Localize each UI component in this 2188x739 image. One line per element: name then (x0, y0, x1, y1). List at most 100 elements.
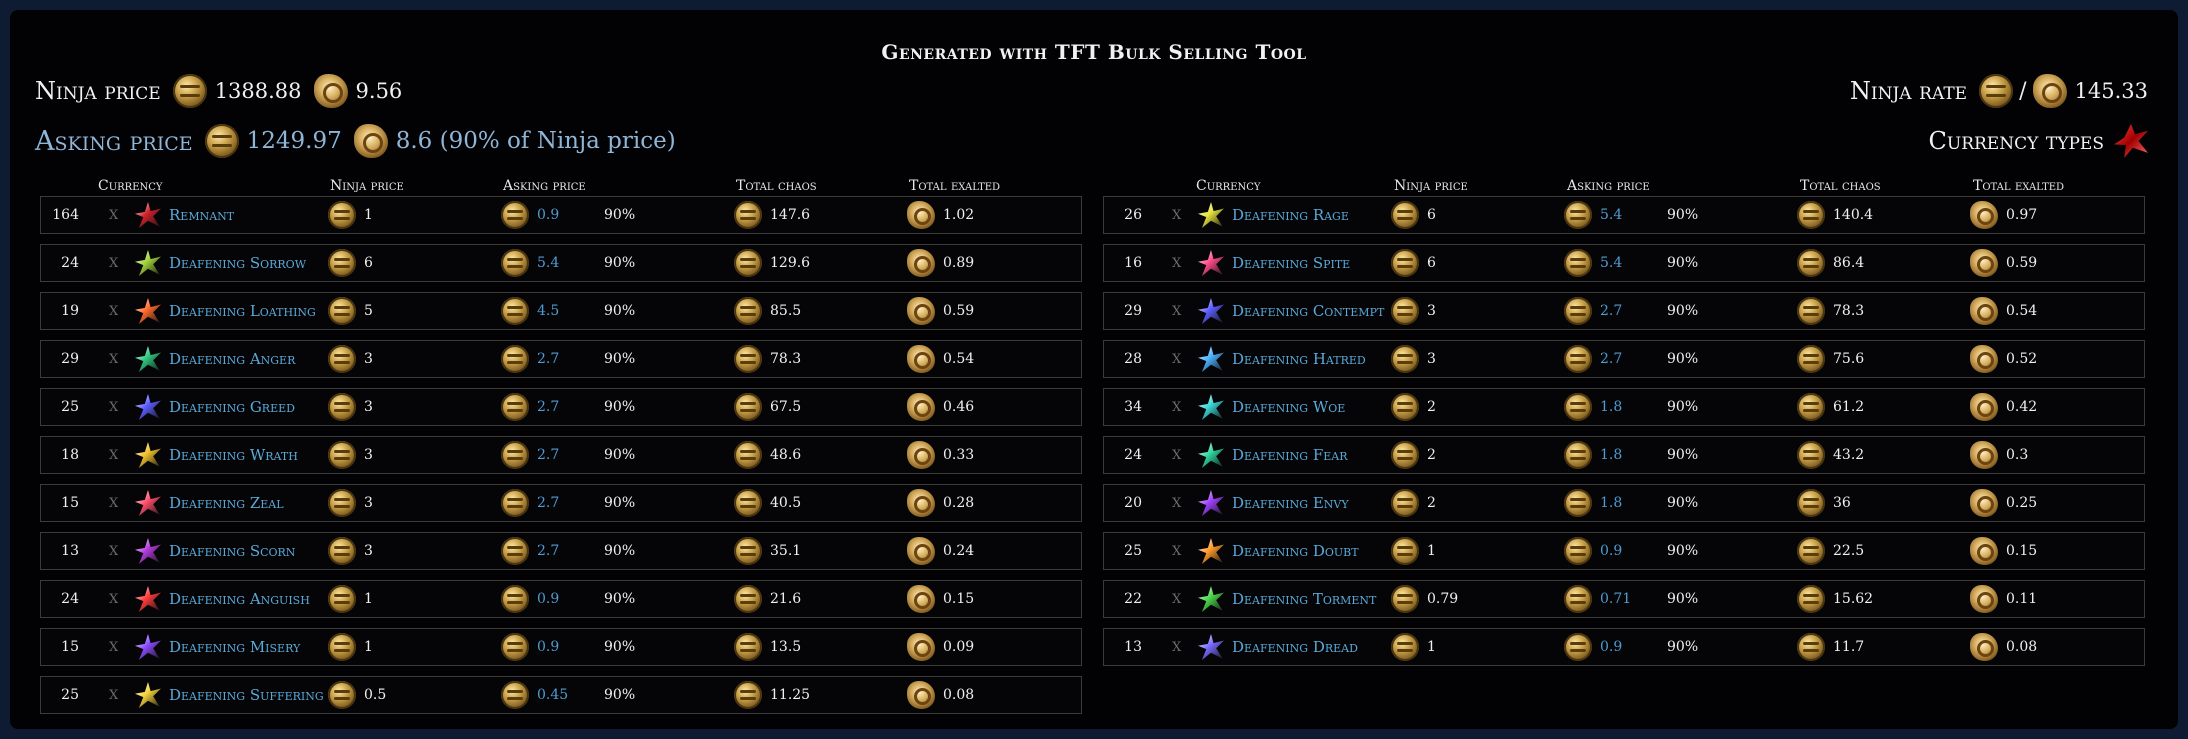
item-name[interactable]: Deafening Woe (1232, 389, 1345, 425)
item-row[interactable]: 18 X Deafening Wrath 3 2.7 90% 48.6 0.33 (40, 436, 1082, 474)
percent-of-ninja[interactable]: 90% (1667, 581, 1698, 617)
percent-of-ninja[interactable]: 90% (604, 533, 635, 569)
item-name[interactable]: Deafening Spite (1232, 245, 1350, 281)
item-name[interactable]: Deafening Misery (169, 629, 300, 665)
item-row[interactable]: 24 X Deafening Anguish 1 0.9 90% 21.6 0.15 (40, 580, 1082, 618)
asking-price-value[interactable]: 0.9 (537, 629, 559, 665)
asking-price-value[interactable]: 2.7 (537, 437, 559, 473)
remove-x-icon[interactable]: X (109, 533, 118, 569)
percent-of-ninja[interactable]: 90% (1667, 485, 1698, 521)
asking-price-value[interactable]: 2.7 (537, 485, 559, 521)
remove-x-icon[interactable]: X (1172, 293, 1181, 329)
remove-x-icon[interactable]: X (1172, 485, 1181, 521)
item-row[interactable]: 34 X Deafening Woe 2 1.8 90% 61.2 0.42 (1103, 388, 2145, 426)
percent-of-ninja[interactable]: 90% (1667, 437, 1698, 473)
remove-x-icon[interactable]: X (1172, 533, 1181, 569)
asking-price-value[interactable]: 0.71 (1600, 581, 1631, 617)
asking-price-value[interactable]: 0.9 (537, 581, 559, 617)
item-row[interactable]: 15 X Deafening Misery 1 0.9 90% 13.5 0.09 (40, 628, 1082, 666)
asking-price-value[interactable]: 2.7 (1600, 293, 1622, 329)
item-row[interactable]: 15 X Deafening Zeal 3 2.7 90% 40.5 0.28 (40, 484, 1082, 522)
item-name[interactable]: Deafening Doubt (1232, 533, 1359, 569)
remove-x-icon[interactable]: X (109, 245, 118, 281)
item-name[interactable]: Deafening Torment (1232, 581, 1376, 617)
percent-of-ninja[interactable]: 90% (604, 197, 635, 233)
asking-price-value[interactable]: 5.4 (1600, 197, 1622, 233)
asking-price-value[interactable]: 1.8 (1600, 437, 1622, 473)
percent-of-ninja[interactable]: 90% (604, 437, 635, 473)
item-name[interactable]: Deafening Loathing (169, 293, 316, 329)
item-name[interactable]: Deafening Hatred (1232, 341, 1366, 377)
remove-x-icon[interactable]: X (109, 629, 118, 665)
item-name[interactable]: Remnant (169, 197, 234, 233)
item-row[interactable]: 29 X Deafening Anger 3 2.7 90% 78.3 0.54 (40, 340, 1082, 378)
asking-price-value[interactable]: 1.8 (1600, 389, 1622, 425)
remove-x-icon[interactable]: X (1172, 581, 1181, 617)
percent-of-ninja[interactable]: 90% (1667, 341, 1698, 377)
item-row[interactable]: 26 X Deafening Rage 6 5.4 90% 140.4 0.97 (1103, 196, 2145, 234)
percent-of-ninja[interactable]: 90% (604, 245, 635, 281)
item-row[interactable]: 25 X Deafening Doubt 1 0.9 90% 22.5 0.15 (1103, 532, 2145, 570)
remove-x-icon[interactable]: X (109, 581, 118, 617)
asking-price-value[interactable]: 0.9 (537, 197, 559, 233)
asking-price-value[interactable]: 2.7 (537, 533, 559, 569)
item-name[interactable]: Deafening Contempt (1232, 293, 1384, 329)
item-row[interactable]: 24 X Deafening Fear 2 1.8 90% 43.2 0.3 (1103, 436, 2145, 474)
percent-of-ninja[interactable]: 90% (1667, 389, 1698, 425)
remove-x-icon[interactable]: X (109, 677, 118, 713)
item-row[interactable]: 25 X Deafening Suffering 0.5 0.45 90% 11.25 0.0… (40, 676, 1082, 714)
remove-x-icon[interactable]: X (109, 293, 118, 329)
item-name[interactable]: Deafening Anger (169, 341, 295, 377)
percent-of-ninja[interactable]: 90% (604, 485, 635, 521)
item-row[interactable]: 16 X Deafening Spite 6 5.4 90% 86.4 0.59 (1103, 244, 2145, 282)
item-name[interactable]: Deafening Sorrow (169, 245, 306, 281)
item-name[interactable]: Deafening Rage (1232, 197, 1349, 233)
remove-x-icon[interactable]: X (1172, 245, 1181, 281)
percent-of-ninja[interactable]: 90% (604, 677, 635, 713)
asking-price-value[interactable]: 4.5 (537, 293, 559, 329)
percent-of-ninja[interactable]: 90% (604, 629, 635, 665)
item-row[interactable]: 28 X Deafening Hatred 3 2.7 90% 75.6 0.52 (1103, 340, 2145, 378)
remove-x-icon[interactable]: X (109, 341, 118, 377)
item-name[interactable]: Deafening Scorn (169, 533, 295, 569)
remove-x-icon[interactable]: X (1172, 389, 1181, 425)
fragment-types-icon[interactable] (2114, 124, 2148, 158)
item-name[interactable]: Deafening Dread (1232, 629, 1358, 665)
item-name[interactable]: Deafening Suffering (169, 677, 324, 713)
item-row[interactable]: 13 X Deafening Dread 1 0.9 90% 11.7 0.08 (1103, 628, 2145, 666)
item-name[interactable]: Deafening Envy (1232, 485, 1349, 521)
percent-of-ninja[interactable]: 90% (1667, 533, 1698, 569)
item-row[interactable]: 19 X Deafening Loathing 5 4.5 90% 85.5 0.59 (40, 292, 1082, 330)
item-name[interactable]: Deafening Fear (1232, 437, 1347, 473)
percent-of-ninja[interactable]: 90% (1667, 629, 1698, 665)
remove-x-icon[interactable]: X (109, 197, 118, 233)
item-name[interactable]: Deafening Greed (169, 389, 295, 425)
asking-price-value[interactable]: 5.4 (1600, 245, 1622, 281)
percent-of-ninja[interactable]: 90% (604, 581, 635, 617)
asking-price-value[interactable]: 0.9 (1600, 629, 1622, 665)
asking-price-value[interactable]: 1.8 (1600, 485, 1622, 521)
item-row[interactable]: 164 X Remnant 1 0.9 90% 147.6 1.02 (40, 196, 1082, 234)
percent-of-ninja[interactable]: 90% (1667, 197, 1698, 233)
item-row[interactable]: 25 X Deafening Greed 3 2.7 90% 67.5 0.46 (40, 388, 1082, 426)
item-row[interactable]: 22 X Deafening Torment 0.79 0.71 90% 15.62 0.11 (1103, 580, 2145, 618)
percent-of-ninja[interactable]: 90% (1667, 293, 1698, 329)
remove-x-icon[interactable]: X (109, 485, 118, 521)
percent-of-ninja[interactable]: 90% (604, 293, 635, 329)
remove-x-icon[interactable]: X (1172, 197, 1181, 233)
item-name[interactable]: Deafening Wrath (169, 437, 298, 473)
asking-price-value[interactable]: 2.7 (1600, 341, 1622, 377)
item-row[interactable]: 29 X Deafening Contempt 3 2.7 90% 78.3 0.54 (1103, 292, 2145, 330)
asking-price-value[interactable]: 0.45 (537, 677, 568, 713)
remove-x-icon[interactable]: X (109, 437, 118, 473)
item-row[interactable]: 24 X Deafening Sorrow 6 5.4 90% 129.6 0.89 (40, 244, 1082, 282)
percent-of-ninja[interactable]: 90% (604, 341, 635, 377)
remove-x-icon[interactable]: X (109, 389, 118, 425)
percent-of-ninja[interactable]: 90% (604, 389, 635, 425)
percent-of-ninja[interactable]: 90% (1667, 245, 1698, 281)
remove-x-icon[interactable]: X (1172, 629, 1181, 665)
asking-price-value[interactable]: 2.7 (537, 389, 559, 425)
asking-price-value[interactable]: 2.7 (537, 341, 559, 377)
item-name[interactable]: Deafening Zeal (169, 485, 284, 521)
item-row[interactable]: 13 X Deafening Scorn 3 2.7 90% 35.1 0.24 (40, 532, 1082, 570)
